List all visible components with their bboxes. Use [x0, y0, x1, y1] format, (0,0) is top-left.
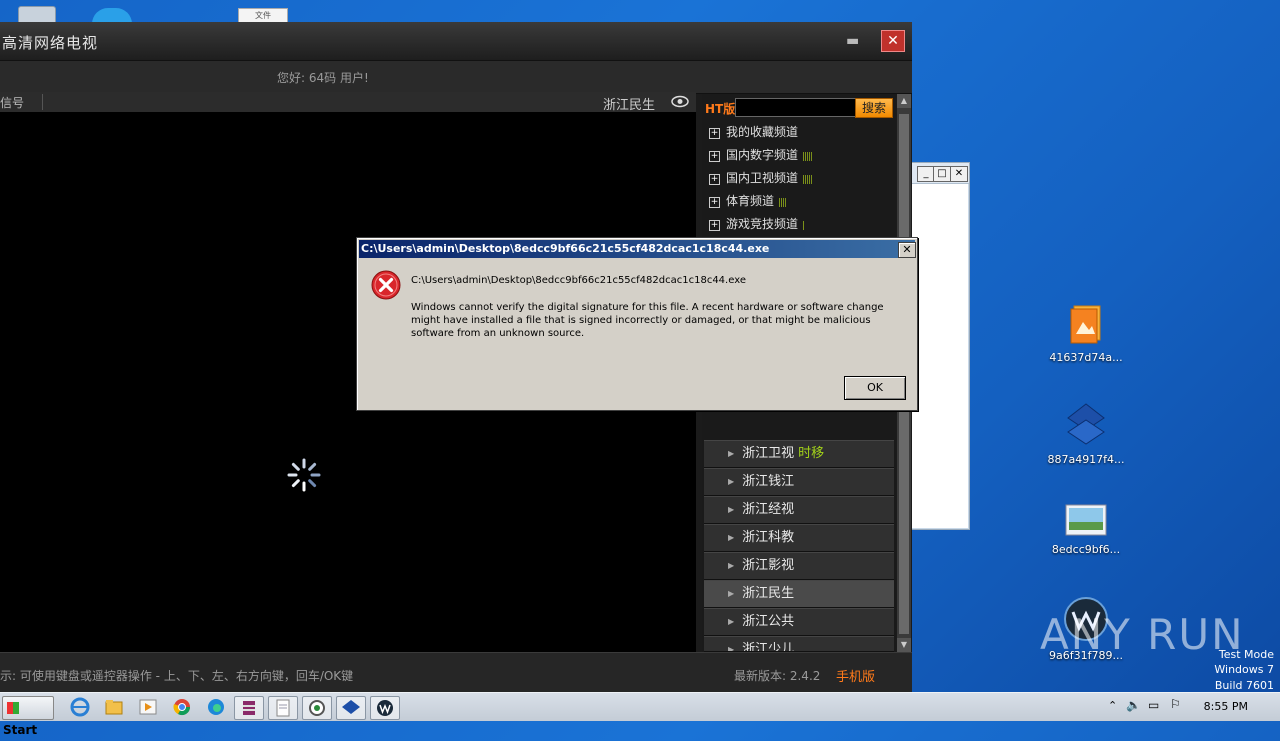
- maximize-icon[interactable]: □: [933, 166, 951, 182]
- picture-icon: [1065, 504, 1107, 536]
- expand-icon: +: [709, 174, 720, 185]
- ht-version-label: HT版: [705, 102, 736, 116]
- arrow-right-icon: ▶: [728, 477, 735, 486]
- arrow-right-icon: ▶: [728, 561, 735, 570]
- desktop-icon-label: 887a4917f4...: [1047, 453, 1125, 466]
- dialog-message: Windows cannot verify the digital signat…: [411, 302, 884, 339]
- current-channel-label: 浙江民生: [603, 98, 656, 113]
- expand-icon: +: [709, 128, 720, 139]
- scroll-up-icon[interactable]: ▲: [897, 94, 911, 108]
- greeting-bar: 您好: 64码 用户!: [0, 60, 912, 94]
- dialog-file-path: C:\Users\admin\Desktop\8edcc9bf66c21c55c…: [411, 275, 746, 286]
- folder-icon[interactable]: [100, 696, 128, 718]
- notepad-icon[interactable]: [268, 696, 298, 720]
- timeshift-link[interactable]: 时移: [798, 446, 824, 461]
- start-button[interactable]: Start: [2, 696, 54, 737]
- channel-item[interactable]: ▶ 浙江钱江: [704, 468, 894, 496]
- test-mode-line3: Build 7601: [1214, 679, 1274, 692]
- category-item[interactable]: + 国内卫视频道 |||||: [709, 169, 813, 189]
- chrome-icon[interactable]: [168, 696, 196, 718]
- arrow-right-icon: ▶: [728, 645, 735, 652]
- desktop-icon-label: 41637d74a...: [1049, 351, 1123, 364]
- video-header: 信号 浙江民生: [0, 92, 696, 113]
- signal-label: 信号: [0, 94, 43, 110]
- anyrun-watermark: ANY RUN: [1040, 610, 1245, 659]
- category-item[interactable]: + 我的收藏频道: [709, 123, 802, 143]
- dialog-close-button[interactable]: ✕: [898, 242, 916, 258]
- windows-flag-icon: [7, 702, 19, 714]
- close-button[interactable]: ✕: [881, 30, 905, 52]
- clock[interactable]: 8:55 PM: [1204, 700, 1248, 713]
- channel-item[interactable]: ▶ 浙江经视: [704, 496, 894, 524]
- blue-app-taskbar-icon[interactable]: [336, 696, 366, 720]
- category-item[interactable]: + 游戏竞技频道 |: [709, 215, 805, 235]
- expand-icon: +: [709, 151, 720, 162]
- internet-explorer-icon[interactable]: [66, 696, 94, 718]
- winrar-icon[interactable]: [234, 696, 264, 720]
- channel-item[interactable]: ▶ 浙江公共: [704, 608, 894, 636]
- desktop-icon[interactable]: 8edcc9bf6...: [1046, 504, 1126, 556]
- dialog-titlebar: C:\Users\admin\Desktop\8edcc9bf66c21c55c…: [359, 240, 916, 258]
- volume-icon[interactable]: 🔈: [1126, 698, 1141, 712]
- action-center-flag-icon[interactable]: ⚐: [1170, 697, 1181, 711]
- channel-item[interactable]: ▶ 浙江科教: [704, 524, 894, 552]
- eye-icon[interactable]: [671, 95, 689, 108]
- ok-button[interactable]: OK: [844, 376, 906, 400]
- loading-spinner-icon: [287, 458, 321, 492]
- error-icon: [371, 270, 401, 300]
- desktop-icon[interactable]: 887a4917f4...: [1046, 402, 1126, 466]
- category-item[interactable]: + 国内数字频道 |||||: [709, 146, 813, 166]
- edge-icon[interactable]: [202, 696, 230, 718]
- signature-error-dialog: C:\Users\admin\Desktop\8edcc9bf66c21c55c…: [356, 237, 918, 411]
- show-hidden-icons-icon[interactable]: ⌃: [1108, 699, 1117, 712]
- blue-app-icon: [1067, 403, 1105, 445]
- expand-icon: +: [709, 220, 720, 231]
- arrow-right-icon: ▶: [728, 589, 735, 598]
- app-title: 高清网络电视: [2, 34, 99, 52]
- arrow-right-icon: ▶: [728, 505, 735, 514]
- search-button[interactable]: 搜索: [855, 98, 893, 118]
- channel-item[interactable]: ▶ 浙江卫视 时移: [704, 440, 894, 468]
- app-taskbar-icon[interactable]: [302, 696, 332, 720]
- greeting-text: 您好: 64码 用户!: [277, 71, 369, 85]
- arrow-right-icon: ▶: [728, 617, 735, 626]
- mobile-version-link[interactable]: 手机版: [836, 666, 875, 685]
- desktop-icon-label: 8edcc9bf6...: [1051, 543, 1121, 556]
- version-text: 最新版本: 2.4.2: [734, 669, 821, 683]
- test-mode-line1: Test Mode: [1218, 648, 1274, 661]
- dialog-title: C:\Users\admin\Desktop\8edcc9bf66c21c55c…: [361, 242, 770, 255]
- test-mode-line2: Windows 7: [1214, 663, 1274, 676]
- category-item[interactable]: + 体育频道 ||||: [709, 192, 787, 212]
- channel-item[interactable]: ▶ 浙江影视: [704, 552, 894, 580]
- scroll-down-icon[interactable]: ▼: [897, 638, 911, 652]
- app-footer: 示: 可使用键盘或遥控器操作 - 上、下、左、右方向键，回车/OK键 最新版本:…: [0, 652, 912, 693]
- taskbar: Start ⌃ 🔈 ▭ ⚐ 8:55 PM: [0, 692, 1280, 737]
- channel-item[interactable]: ▶ 浙江少儿: [704, 636, 894, 652]
- desktop-icon[interactable]: 41637d74a...: [1046, 304, 1126, 364]
- network-icon[interactable]: ▭: [1148, 698, 1159, 712]
- expand-icon: +: [709, 197, 720, 208]
- media-player-taskbar-icon-2[interactable]: [370, 696, 400, 720]
- close-icon[interactable]: ✕: [950, 166, 968, 182]
- app-titlebar: 高清网络电视 ▬ ✕: [0, 22, 912, 60]
- image-file-icon: [1070, 305, 1101, 344]
- arrow-right-icon: ▶: [728, 449, 735, 458]
- channel-item-selected[interactable]: ▶ 浙江民生: [704, 580, 894, 608]
- search-input[interactable]: [735, 98, 857, 117]
- media-player-taskbar-icon[interactable]: [134, 696, 162, 718]
- minimize-button[interactable]: ▬: [846, 34, 860, 48]
- arrow-right-icon: ▶: [728, 533, 735, 542]
- system-tray: ⌃ 🔈 ▭ ⚐ 8:55 PM: [1100, 693, 1280, 721]
- keyboard-tip: 示: 可使用键盘或遥控器操作 - 上、下、左、右方向键，回车/OK键: [0, 669, 354, 683]
